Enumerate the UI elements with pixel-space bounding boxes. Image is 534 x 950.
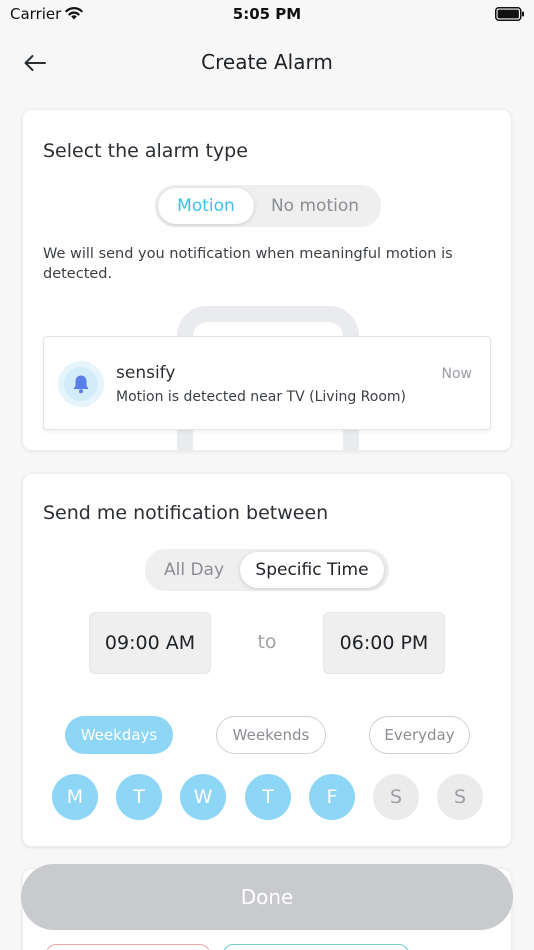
status-time: 5:05 PM [232,5,302,23]
day-monday[interactable]: M [52,774,98,820]
schedule-title: Send me notification between [43,502,329,524]
day-tuesday[interactable]: T [116,774,162,820]
nav-bar: Create Alarm [0,38,534,88]
day-selector: M T W T F S S [52,774,484,822]
start-time-picker[interactable]: 09:00 AM [89,612,211,674]
notification-app-name: sensify [116,363,176,383]
preset-weekends[interactable]: Weekends [216,716,326,754]
preset-everyday[interactable]: Everyday [369,716,470,754]
notification-time: Now [441,366,473,382]
battery-icon [495,7,524,21]
option-all-day[interactable]: All Day [148,552,240,588]
preset-weekdays[interactable]: Weekdays [65,716,173,754]
day-saturday[interactable]: S [373,774,419,820]
schedule-card: Send me notification between All Day Spe… [22,473,512,847]
status-bar: Carrier 5:05 PM [0,0,534,30]
end-time-picker[interactable]: 06:00 PM [323,612,445,674]
schedule-toggle: All Day Specific Time [145,549,389,591]
alarm-type-card: Select the alarm type Motion No motion W… [22,109,512,451]
day-wednesday[interactable]: W [180,774,226,820]
option-specific-time[interactable]: Specific Time [240,552,384,588]
alarm-type-toggle: Motion No motion [155,185,381,227]
peek-button-right[interactable] [223,944,409,950]
option-no-motion[interactable]: No motion [254,188,376,224]
day-thursday[interactable]: T [245,774,291,820]
peek-button-left[interactable] [46,944,210,950]
alarm-type-description: We will send you notification when meani… [43,246,453,282]
bell-icon [58,361,104,407]
notification-message: Motion is detected near TV (Living Room) [116,389,407,405]
alarm-type-title: Select the alarm type [43,140,248,162]
day-sunday[interactable]: S [437,774,483,820]
day-friday[interactable]: F [309,774,355,820]
page-title: Create Alarm [201,50,333,74]
notification-preview: sensify Now Motion is detected near TV (… [43,336,491,430]
time-separator: to [257,631,277,653]
done-button[interactable]: Done [21,864,513,930]
option-motion[interactable]: Motion [158,188,254,224]
